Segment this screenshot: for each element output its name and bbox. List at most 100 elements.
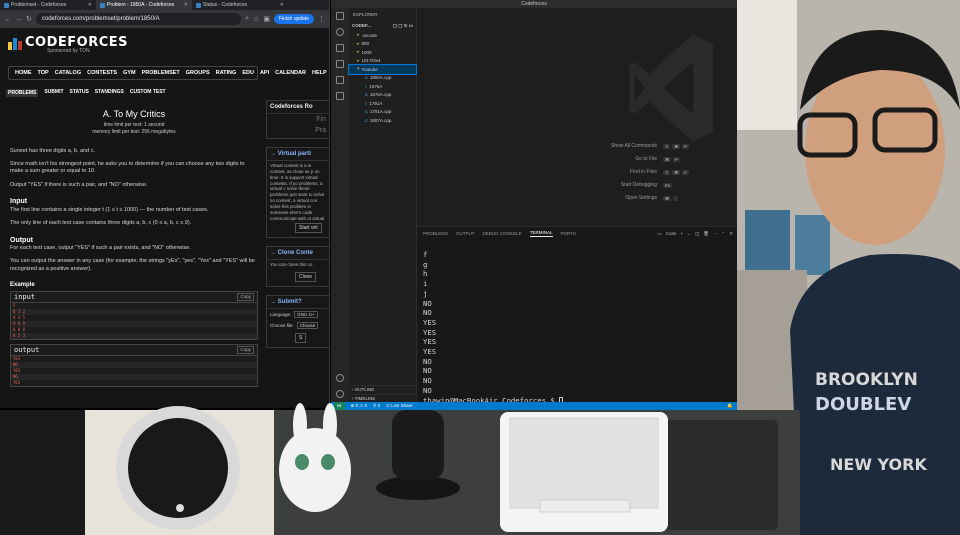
bookmark-star-icon[interactable]: ☆ [253, 15, 259, 23]
file-1791a-cpp[interactable]: C 1791A.cpp [349, 108, 416, 117]
terminal-shell-icon[interactable]: ▭ [658, 231, 662, 237]
gear-icon[interactable] [336, 390, 344, 398]
chevron-down-icon[interactable]: ⌄ [687, 231, 691, 237]
menu-gym[interactable]: GYM [123, 70, 136, 76]
remote-indicator-icon[interactable]: ⋈ [334, 402, 345, 410]
file-1850a-cpp[interactable]: C 1850A.cpp [349, 74, 416, 83]
folder-1000[interactable]: ▸ 1000 [349, 48, 416, 57]
menu-calendar[interactable]: CALENDAR [275, 70, 306, 76]
codeforces-logo-icon[interactable] [8, 38, 22, 50]
account-icon[interactable] [336, 374, 344, 382]
menu-api[interactable]: API [260, 70, 269, 76]
file-1676a[interactable]: ≡ 1676A [349, 82, 416, 91]
shortcut-start-debugging: Start Debugging F5 [620, 182, 672, 188]
terminal-line: NO [423, 366, 432, 376]
terminal-line: h [423, 269, 428, 279]
menu-help[interactable]: HELP [312, 70, 327, 76]
folder-youtube[interactable]: ▾ Youtube [348, 64, 417, 75]
submenu-problems[interactable]: PROBLEMS [6, 89, 39, 97]
close-icon[interactable]: ✕ [184, 2, 188, 8]
trash-icon[interactable]: 🗑 [703, 231, 709, 237]
status-ports[interactable]: ⚲ 0 [373, 403, 380, 409]
clone-button[interactable]: Clone [295, 272, 317, 282]
folder-1017div4[interactable]: ▸ 1017Div4 [349, 57, 416, 66]
folder-vscode[interactable]: ▸ .vscode [349, 31, 416, 40]
folder-800[interactable]: ▸ 800 [349, 40, 416, 49]
menu-groups[interactable]: GROUPS [186, 70, 210, 76]
tab-terminal[interactable]: TERMINAL [529, 230, 553, 237]
submenu-standings[interactable]: STANDINGS [95, 89, 124, 97]
submenu-submit[interactable]: SUBMIT [44, 89, 63, 97]
copy-input-button[interactable]: Copy [237, 293, 254, 302]
language-label: Language: [270, 312, 292, 317]
legend-text: Output "YES" if there is such a pair, an… [10, 181, 148, 188]
close-icon[interactable]: ✕ [88, 2, 92, 8]
maximize-panel-icon[interactable]: ⌃ [721, 231, 725, 237]
menu-problemset[interactable]: PROBLEMSET [142, 70, 180, 76]
url-input[interactable]: codeforces.com/problemset/problem/1850/A [35, 13, 242, 25]
choose-file-button[interactable]: Choose [296, 322, 319, 329]
back-icon[interactable]: ← [4, 16, 11, 23]
browser-tab-status[interactable]: Status - Codeforces ✕ [192, 0, 288, 10]
file-1676a-cpp[interactable]: C 1676A.cpp [349, 91, 416, 100]
copy-output-button[interactable]: Copy [237, 346, 254, 355]
source-control-icon[interactable] [336, 44, 344, 52]
tab-ports[interactable]: PORTS [561, 231, 576, 236]
explorer-actions-icon[interactable]: ▢ ▢ ↻ ▭ [393, 23, 413, 29]
file-1807a-cpp[interactable]: C 1807A.cpp [349, 116, 416, 125]
outline-section[interactable]: › OUTLINE [349, 385, 417, 393]
sample-input-box: input Copy 5 8 1 2 4 4 5 9 9 9 0 0 0 8 5 … [10, 291, 258, 341]
files-icon[interactable] [336, 12, 344, 20]
window-title: Codeforces [521, 1, 547, 7]
microphone [392, 410, 444, 480]
menu-contests[interactable]: CONTESTS [87, 70, 117, 76]
round-title[interactable]: Codeforces Ro [267, 101, 329, 114]
speaker-top [128, 418, 228, 518]
close-icon[interactable]: ✕ [280, 2, 284, 8]
status-problems[interactable]: ⊗ 0 ⚠ 0 [351, 403, 368, 409]
submenu-status[interactable]: STATUS [70, 89, 89, 97]
finish-update-button[interactable]: Finish update [273, 14, 314, 24]
remote-explorer-icon[interactable] [336, 92, 344, 100]
add-terminal-icon[interactable]: + [681, 231, 684, 237]
browser-tab-problemset[interactable]: Problemset - Codeforces ✕ [0, 0, 96, 10]
zoom-icon[interactable]: ⌕ [245, 15, 249, 23]
close-icon[interactable]: ✕ [729, 231, 733, 237]
poster-frame [745, 210, 790, 280]
split-terminal-icon[interactable]: ◫ [695, 231, 699, 237]
submit-button[interactable]: S [295, 333, 307, 343]
language-select[interactable]: GNU G+ [294, 311, 318, 318]
extensions-icon[interactable] [336, 76, 344, 84]
terminal-line: NO [423, 298, 432, 308]
submenu-custom-test[interactable]: CUSTOM TEST [130, 89, 166, 97]
extensions-icon[interactable]: ▣ [263, 15, 270, 23]
start-virtual-button[interactable]: Start virt [295, 223, 322, 233]
cpp-file-icon: C [365, 75, 368, 81]
menu-edu[interactable]: EDU [242, 70, 254, 76]
menu-catalog[interactable]: CATALOG [55, 70, 81, 76]
person-face [805, 55, 945, 245]
status-live-share[interactable]: ⊙ Live Share [386, 403, 413, 409]
run-debug-icon[interactable] [336, 60, 344, 68]
menu-rating[interactable]: RATING [216, 70, 237, 76]
terminal-output[interactable]: f g h i j NO NO YES YES YES YES NO NO NO… [417, 240, 737, 405]
menu-top[interactable]: TOP [38, 70, 49, 76]
search-icon[interactable] [336, 28, 344, 36]
tab-problems[interactable]: PROBLEMS [423, 231, 448, 236]
tab-debug-console[interactable]: DEBUG CONSOLE [483, 231, 522, 236]
timeline-section[interactable]: › TIMELINE [349, 394, 417, 402]
cpp-file-icon: C [365, 92, 368, 98]
workspace-root[interactable]: CODEF... ▢ ▢ ↻ ▭ [349, 21, 416, 31]
speaker-led [176, 504, 184, 512]
menu-dots-icon[interactable]: ⋮ [318, 15, 325, 23]
notifications-bell-icon[interactable]: 🔔 [727, 403, 737, 409]
more-icon[interactable]: ⋯ [713, 231, 718, 237]
terminal-profile[interactable]: Code [666, 231, 677, 237]
menu-home[interactable]: HOME [15, 70, 32, 76]
forward-icon[interactable]: → [15, 16, 22, 23]
virtual-title: → Virtual parti [267, 148, 329, 161]
file-1791a[interactable]: ≡ 1791A [349, 99, 416, 108]
tab-output[interactable]: OUTPUT [456, 231, 475, 236]
browser-tab-problem[interactable]: Problem - 1850A - Codeforces ✕ [96, 0, 192, 10]
reload-icon[interactable]: ↻ [26, 15, 32, 23]
